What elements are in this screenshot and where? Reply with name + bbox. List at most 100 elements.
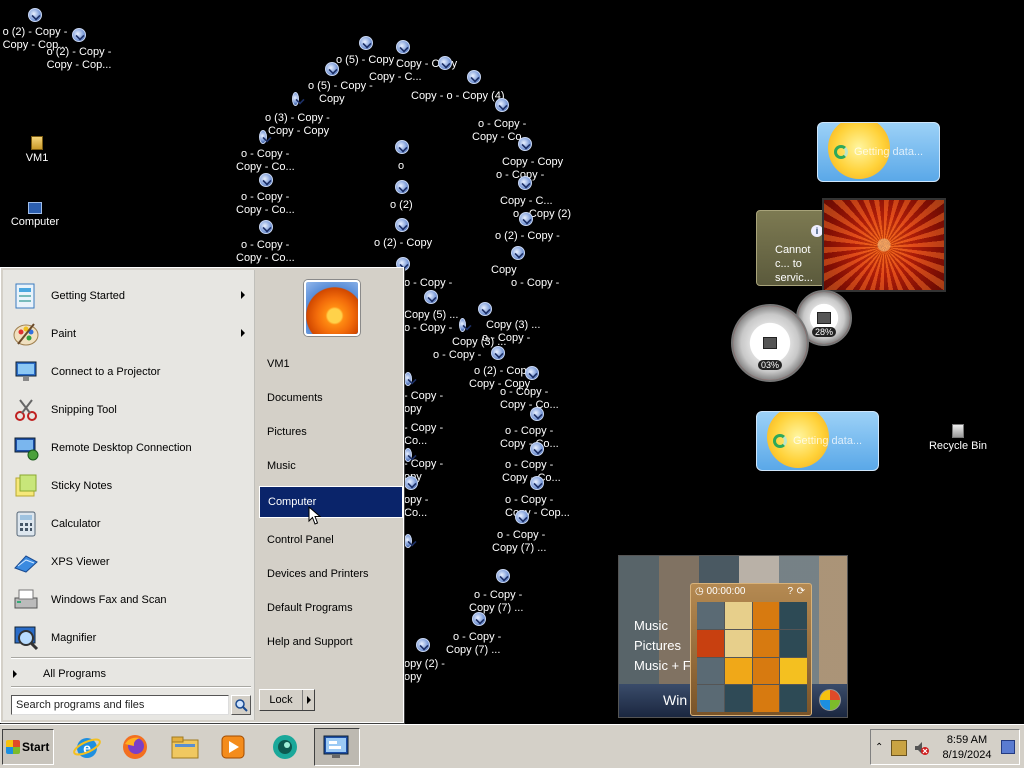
shortcut-icon[interactable] bbox=[325, 62, 339, 80]
cpu-meter-gadget[interactable]: 03% bbox=[731, 304, 809, 382]
desktop-icon-label[interactable]: o - Copy - bbox=[433, 349, 481, 362]
shortcut-icon[interactable] bbox=[518, 137, 532, 155]
shortcut-icon[interactable] bbox=[515, 510, 529, 528]
shortcut-icon[interactable] bbox=[292, 92, 299, 110]
shortcut-icon[interactable] bbox=[404, 534, 412, 552]
desktop-icon-label[interactable]: Copy - Copy bbox=[268, 125, 329, 138]
desktop-icon-label[interactable]: opy bbox=[404, 671, 422, 684]
clock[interactable]: 8:59 AM 8/19/2024 bbox=[937, 733, 997, 763]
menu-item-getting-started[interactable]: Getting Started bbox=[9, 278, 251, 314]
desktop-icon-recycle-bin[interactable]: Recycle Bin bbox=[913, 424, 1003, 453]
taskbar-file-explorer[interactable] bbox=[164, 728, 206, 766]
place-devices-printers[interactable]: Devices and Printers bbox=[259, 558, 403, 590]
desktop-icon-label[interactable]: o (2) - Copy bbox=[374, 237, 432, 250]
puzzle-grid[interactable] bbox=[697, 602, 807, 712]
desktop-icon-label[interactable]: o - Copy - bbox=[511, 277, 559, 290]
shortcut-icon[interactable] bbox=[259, 220, 273, 238]
desktop-icon-label[interactable]: o - Copy - bbox=[241, 148, 289, 161]
desktop-icon-label[interactable]: Copy - Co... bbox=[236, 252, 295, 265]
desktop-icon-label[interactable]: o - Copy - bbox=[241, 191, 289, 204]
desktop-icon-label[interactable]: - Copy - bbox=[404, 390, 443, 403]
desktop-icon-label[interactable]: Copy bbox=[491, 264, 517, 277]
desktop-icon-copy-2[interactable]: o (2) - Copy - Copy - Cop... bbox=[34, 28, 124, 72]
menu-item-xps-viewer[interactable]: XPS Viewer bbox=[9, 544, 251, 580]
desktop-icon-label[interactable]: Copy (3) ... bbox=[486, 319, 540, 332]
slideshow-gadget[interactable] bbox=[822, 198, 946, 292]
taskbar-app-5[interactable] bbox=[264, 728, 306, 766]
desktop-icon-label[interactable]: Copy (5) ... bbox=[404, 309, 458, 322]
desktop-icon-computer[interactable]: Computer bbox=[0, 202, 80, 229]
shortcut-icon[interactable] bbox=[519, 212, 533, 230]
place-help-support[interactable]: Help and Support bbox=[259, 626, 403, 658]
shortcut-icon[interactable] bbox=[259, 130, 267, 148]
volume-muted-icon[interactable] bbox=[913, 740, 929, 756]
shutdown-options-arrow-icon[interactable] bbox=[302, 690, 314, 710]
start-button[interactable]: Start bbox=[2, 729, 54, 765]
menu-item-sticky-notes[interactable]: Sticky Notes bbox=[9, 468, 251, 504]
help-icon[interactable]: ? bbox=[787, 586, 793, 597]
shortcut-icon[interactable] bbox=[478, 302, 492, 320]
desktop-icon-label[interactable]: Co... bbox=[404, 507, 427, 520]
menu-item-connect-projector[interactable]: Connect to a Projector bbox=[9, 354, 251, 390]
shortcut-icon[interactable] bbox=[491, 346, 505, 364]
desktop-icon-label[interactable]: o - Copy - bbox=[404, 277, 452, 290]
search-input[interactable]: Search programs and files bbox=[11, 695, 229, 715]
all-programs-button[interactable]: All Programs bbox=[13, 668, 106, 680]
desktop-icon-label[interactable]: o bbox=[398, 160, 404, 173]
desktop-icon-label[interactable]: Copy - Copy bbox=[502, 156, 563, 169]
shortcut-icon[interactable] bbox=[530, 407, 544, 425]
shuffle-icon[interactable]: ⟳ bbox=[797, 586, 805, 597]
show-desktop-icon[interactable] bbox=[1001, 740, 1015, 754]
desktop-icon-label[interactable]: o (2) - Copy - bbox=[495, 230, 560, 243]
desktop-icon-label[interactable]: Co... bbox=[404, 435, 427, 448]
desktop-icon-label[interactable]: Copy - C... bbox=[369, 71, 422, 84]
desktop-icon-label[interactable]: o - Copy - bbox=[505, 494, 553, 507]
desktop-icon-label[interactable]: opy - bbox=[404, 494, 428, 507]
menu-item-snipping-tool[interactable]: Snipping Tool bbox=[9, 392, 251, 428]
weather-gadget[interactable]: Getting data... bbox=[817, 122, 940, 182]
shortcut-icon[interactable] bbox=[424, 290, 438, 308]
desktop-icon-label[interactable]: o - Copy - bbox=[474, 589, 522, 602]
shortcut-icon[interactable] bbox=[467, 70, 481, 88]
desktop-icon-label[interactable]: o - Copy - bbox=[505, 459, 553, 472]
desktop-icon-label[interactable]: o - Copy - bbox=[453, 631, 501, 644]
desktop-icon-label[interactable]: opy (2) - bbox=[404, 658, 445, 671]
desktop-icon-label[interactable]: Copy - Co... bbox=[236, 204, 295, 217]
desktop-icon-label[interactable]: Copy - o - Copy (4) bbox=[411, 90, 505, 103]
shortcut-icon[interactable] bbox=[404, 476, 418, 494]
desktop-icon-label[interactable]: opy bbox=[404, 403, 422, 416]
desktop-icon-label[interactable]: o - Copy - bbox=[505, 425, 553, 438]
taskbar-media-player[interactable] bbox=[212, 728, 254, 766]
desktop-icon-label[interactable]: o - Copy - bbox=[241, 239, 289, 252]
desktop-icon-label[interactable]: o - Copy - bbox=[478, 118, 526, 131]
desktop-icon-label[interactable]: o (2) bbox=[390, 199, 413, 212]
place-pictures[interactable]: Pictures bbox=[259, 416, 403, 448]
menu-item-remote-desktop[interactable]: Remote Desktop Connection bbox=[9, 430, 251, 466]
weather-gadget-2[interactable]: Getting data... bbox=[756, 411, 879, 471]
shortcut-icon[interactable] bbox=[416, 638, 430, 656]
menu-item-fax-scan[interactable]: Windows Fax and Scan bbox=[9, 582, 251, 618]
taskbar-remote-desktop[interactable] bbox=[314, 728, 360, 766]
shortcut-icon[interactable] bbox=[530, 442, 544, 460]
place-control-panel[interactable]: Control Panel bbox=[259, 524, 403, 556]
shortcut-icon[interactable] bbox=[359, 36, 373, 54]
shortcut-icon[interactable] bbox=[525, 366, 539, 384]
shortcut-icon[interactable] bbox=[459, 318, 466, 336]
picture-puzzle-gadget[interactable]: ◷ 00:00:00 ? ⟳ bbox=[690, 583, 812, 716]
shortcut-icon[interactable] bbox=[395, 180, 409, 198]
shortcut-icon[interactable] bbox=[472, 612, 486, 630]
place-documents[interactable]: Documents bbox=[259, 382, 403, 414]
desktop-icon-label[interactable]: o (5) - Copy - bbox=[336, 54, 401, 67]
desktop-icon-label[interactable]: Copy (7) ... bbox=[446, 644, 500, 657]
place-default-programs[interactable]: Default Programs bbox=[259, 592, 403, 624]
desktop-icon-label[interactable]: Copy bbox=[319, 93, 345, 106]
search-button[interactable] bbox=[231, 695, 251, 715]
desktop-icon-label[interactable]: Copy (7) ... bbox=[492, 542, 546, 555]
shortcut-icon[interactable] bbox=[511, 246, 525, 264]
desktop-icon-label[interactable]: o - Copy - bbox=[500, 386, 548, 399]
shortcut-icon[interactable] bbox=[495, 98, 509, 116]
shortcut-icon[interactable] bbox=[404, 372, 412, 390]
lock-button[interactable]: Lock bbox=[259, 689, 315, 711]
user-picture-avatar[interactable] bbox=[304, 280, 360, 336]
place-vm1[interactable]: VM1 bbox=[259, 348, 403, 380]
